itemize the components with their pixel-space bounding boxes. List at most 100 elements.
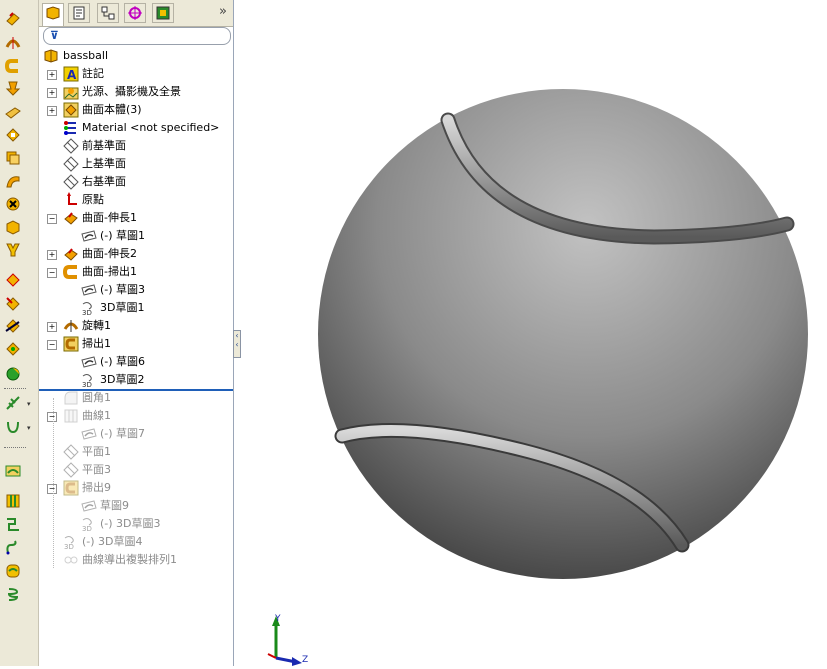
sweep-icon [63, 336, 79, 352]
tree-item-label: 3D草圖1 [100, 301, 145, 314]
plane-icon [63, 462, 79, 478]
ball-sphere [318, 89, 808, 579]
panel-splitter-handle[interactable]: ‹ ‹ [233, 330, 241, 358]
knit-surface-icon[interactable] [5, 341, 21, 357]
configuration-manager-tab[interactable] [97, 3, 119, 23]
tree-item-label: (-) 草圖1 [100, 229, 146, 242]
tree-item-label: 掃出9 [82, 481, 111, 494]
collapse-toggle[interactable]: − [47, 214, 57, 224]
collapse-toggle[interactable]: − [47, 484, 57, 494]
revolved-surface-icon[interactable] [5, 35, 21, 51]
tree-item-label: 曲面-伸長1 [82, 211, 137, 224]
dimxpert-tab[interactable] [124, 3, 146, 23]
fill-surface-icon[interactable] [5, 219, 21, 235]
sketch-icon [81, 426, 97, 442]
svg-text:A: A [67, 68, 77, 82]
tree-item-label: 曲面-掃出1 [82, 265, 137, 278]
plane-icon [63, 138, 79, 154]
cut-with-surface-icon[interactable] [5, 365, 21, 381]
material-icon [63, 120, 79, 136]
reference-geometry-icon[interactable] [5, 395, 21, 411]
untrim-surface-icon[interactable] [5, 272, 21, 288]
curves-icon[interactable] [5, 419, 21, 435]
curve-through-points-icon[interactable] [5, 539, 21, 555]
filter-icon: ⊽ [50, 29, 59, 42]
sketch-icon [81, 228, 97, 244]
svg-text:3D: 3D [82, 525, 92, 532]
plane-icon [63, 156, 79, 172]
svg-text:3D: 3D [82, 381, 92, 388]
sweep-icon [63, 480, 79, 496]
boundary-surface-icon[interactable] [5, 104, 21, 120]
sketch-icon [81, 282, 97, 298]
collapse-toggle[interactable]: − [47, 412, 57, 422]
surface-extrude-icon [63, 210, 79, 226]
rollback-bar[interactable] [39, 389, 233, 391]
expand-toggle[interactable]: + [47, 250, 57, 260]
expand-panel-icon[interactable]: » [219, 4, 227, 19]
tree-item-label: 曲線導出複製排列1 [82, 553, 177, 566]
tree-item-label: 上基準面 [82, 157, 126, 170]
surface-bodies-icon [63, 102, 79, 118]
collapse-toggle[interactable]: − [47, 268, 57, 278]
split-line-icon[interactable] [5, 493, 21, 509]
planar-surface-icon[interactable] [5, 127, 21, 143]
tree-item-label: Material <not specified> [82, 121, 220, 134]
reference-triad: Y Z [262, 612, 312, 666]
surface-extrude-icon [63, 246, 79, 262]
curve-icon [63, 408, 79, 424]
tree-item-label: 曲面-伸長2 [82, 247, 137, 260]
svg-text:3D: 3D [82, 309, 92, 316]
display-manager-tab[interactable] [152, 3, 174, 23]
property-manager-tab[interactable] [68, 3, 90, 23]
lofted-surface-icon[interactable] [5, 80, 21, 96]
pattern-icon [63, 552, 79, 568]
sketch-icon [81, 498, 97, 514]
feature-filter-input[interactable]: ⊽ [43, 27, 231, 45]
triad-y-label: Y [274, 614, 281, 624]
tree-item-label: 旋轉1 [82, 319, 111, 332]
ruled-surface-icon[interactable] [5, 173, 21, 189]
feature-manager-tab[interactable] [42, 3, 64, 26]
tree-item-label: 註記 [82, 67, 104, 80]
tree-item-label: (-) 草圖6 [100, 355, 146, 368]
extend-surface-icon[interactable] [5, 296, 21, 312]
tree-item-label: 掃出1 [82, 337, 111, 350]
offset-surface-icon[interactable] [5, 150, 21, 166]
composite-curve-icon[interactable] [5, 516, 21, 532]
trim-surface-icon[interactable] [5, 318, 21, 334]
surface-sweep-icon [63, 264, 79, 280]
swept-surface-icon[interactable] [5, 58, 21, 74]
extruded-surface-icon[interactable] [5, 10, 21, 26]
tree-item-label: 3D草圖2 [100, 373, 145, 386]
3dsketch-icon: 3D [81, 516, 97, 532]
delete-face-icon[interactable] [5, 196, 21, 212]
collapse-toggle[interactable]: − [47, 340, 57, 350]
tree-item-label: 曲線1 [82, 409, 111, 422]
tree-item-label: 平面3 [82, 463, 111, 476]
part-icon [43, 48, 59, 64]
expand-toggle[interactable]: + [47, 322, 57, 332]
tree-item-label: (-) 3D草圖3 [100, 517, 161, 530]
expand-toggle[interactable]: + [47, 88, 57, 98]
2d-sketch-icon[interactable] [5, 463, 21, 479]
panel-tabs: » [39, 0, 233, 27]
plane-icon [63, 174, 79, 190]
baseball-3d-model [318, 89, 808, 579]
plane-icon [63, 444, 79, 460]
helix-icon[interactable] [5, 586, 21, 602]
command-toolbar: ▾ ▾ [0, 0, 39, 666]
expand-toggle[interactable]: + [47, 70, 57, 80]
revolve-icon [63, 318, 79, 334]
feature-manager-panel: » ⊽ bassball + A 註記 + 光源、攝影機及全景 + 曲面本體(3) Mater… [39, 0, 234, 666]
tree-item-label: 平面1 [82, 445, 111, 458]
tree-item-label: 前基準面 [82, 139, 126, 152]
triad-z-label: Z [302, 655, 308, 665]
projected-curve-icon[interactable] [5, 563, 21, 579]
tree-item-label: 原點 [82, 193, 104, 206]
tree-item-label: 圓角1 [82, 391, 111, 404]
thicken-icon[interactable] [5, 242, 21, 258]
graphics-viewport[interactable] [242, 0, 827, 666]
expand-toggle[interactable]: + [47, 106, 57, 116]
3dsketch-icon: 3D [81, 300, 97, 316]
